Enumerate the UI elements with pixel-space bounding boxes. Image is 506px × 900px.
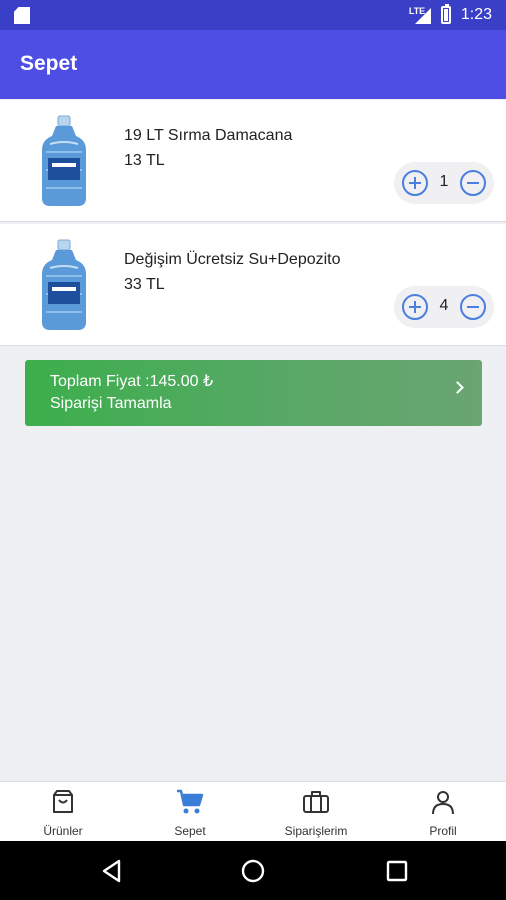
quantity-value: 4 xyxy=(439,297,449,314)
briefcase-icon xyxy=(303,791,329,813)
nav-item-profile[interactable]: Profil xyxy=(380,782,506,842)
decrease-quantity-button[interactable] xyxy=(460,170,486,196)
quantity-stepper: 1 xyxy=(394,162,494,204)
product-price: 33 TL xyxy=(124,276,165,293)
checkout-label: Siparişi Tamamla xyxy=(50,395,172,412)
battery-icon xyxy=(440,4,451,24)
cart-item: Değişim Ücretsiz Su+Depozito 33 TL 4 xyxy=(0,224,506,346)
water-jug-image xyxy=(42,239,86,330)
nav-item-products[interactable]: Ürünler xyxy=(0,782,126,842)
product-price: 13 TL xyxy=(124,152,165,169)
nav-item-orders[interactable]: Siparişlerim xyxy=(253,782,379,842)
sim-card-icon xyxy=(14,7,30,24)
increase-quantity-button[interactable] xyxy=(402,170,428,196)
nav-item-label: Ürünler xyxy=(43,824,83,838)
cart-item: 19 LT Sırma Damacana 13 TL 1 xyxy=(0,100,506,222)
checkout-button[interactable]: Toplam Fiyat :145.00 ₺ Siparişi Tamamla xyxy=(25,360,482,426)
nav-item-label: Siparişlerim xyxy=(284,824,348,838)
page-title: Sepet xyxy=(20,52,78,75)
home-icon[interactable] xyxy=(241,859,265,883)
recent-apps-icon[interactable] xyxy=(385,859,409,883)
quantity-value: 1 xyxy=(439,173,449,190)
nav-item-cart[interactable]: Sepet xyxy=(127,782,253,842)
total-price: Toplam Fiyat :145.00 ₺ xyxy=(50,373,214,390)
system-navigation-bar xyxy=(0,841,506,900)
signal-icon: LTE xyxy=(409,6,431,24)
nav-item-label: Sepet xyxy=(174,824,206,838)
bottom-navigation: Ürünler Sepet Siparişlerim Profil xyxy=(0,781,506,841)
status-bar: LTE 1:23 xyxy=(0,0,506,30)
water-jug-image xyxy=(42,115,86,206)
clock: 1:23 xyxy=(460,6,492,23)
back-icon[interactable] xyxy=(100,859,124,883)
quantity-stepper: 4 xyxy=(394,286,494,328)
app-bar: Sepet xyxy=(0,30,506,99)
chevron-right-icon xyxy=(451,381,464,394)
shopping-bag-icon xyxy=(53,790,73,813)
increase-quantity-button[interactable] xyxy=(402,294,428,320)
decrease-quantity-button[interactable] xyxy=(460,294,486,320)
nav-item-label: Profil xyxy=(429,824,457,838)
cart-icon xyxy=(177,789,204,814)
product-name: Değişim Ücretsiz Su+Depozito xyxy=(124,251,341,268)
product-name: 19 LT Sırma Damacana xyxy=(124,127,293,144)
person-icon xyxy=(432,791,454,815)
